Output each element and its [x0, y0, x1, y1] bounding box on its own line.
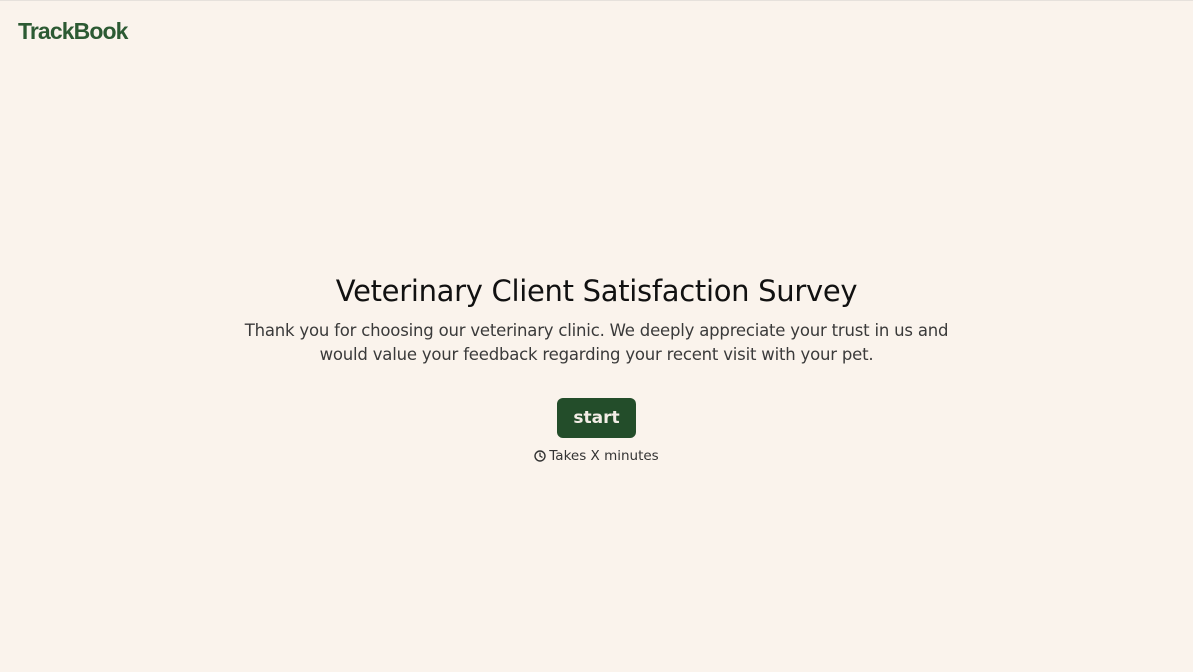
start-button[interactable]: start	[557, 398, 636, 438]
survey-intro: Veterinary Client Satisfaction Survey Th…	[0, 271, 1193, 465]
duration-text: Takes X minutes	[549, 448, 659, 464]
survey-duration: Takes X minutes	[0, 447, 1193, 465]
survey-title: Veterinary Client Satisfaction Survey	[335, 274, 858, 308]
trackbook-logo: TrackBook	[18, 18, 128, 44]
clock-icon	[534, 450, 546, 462]
survey-description: Thank you for choosing our veterinary cl…	[244, 321, 949, 364]
